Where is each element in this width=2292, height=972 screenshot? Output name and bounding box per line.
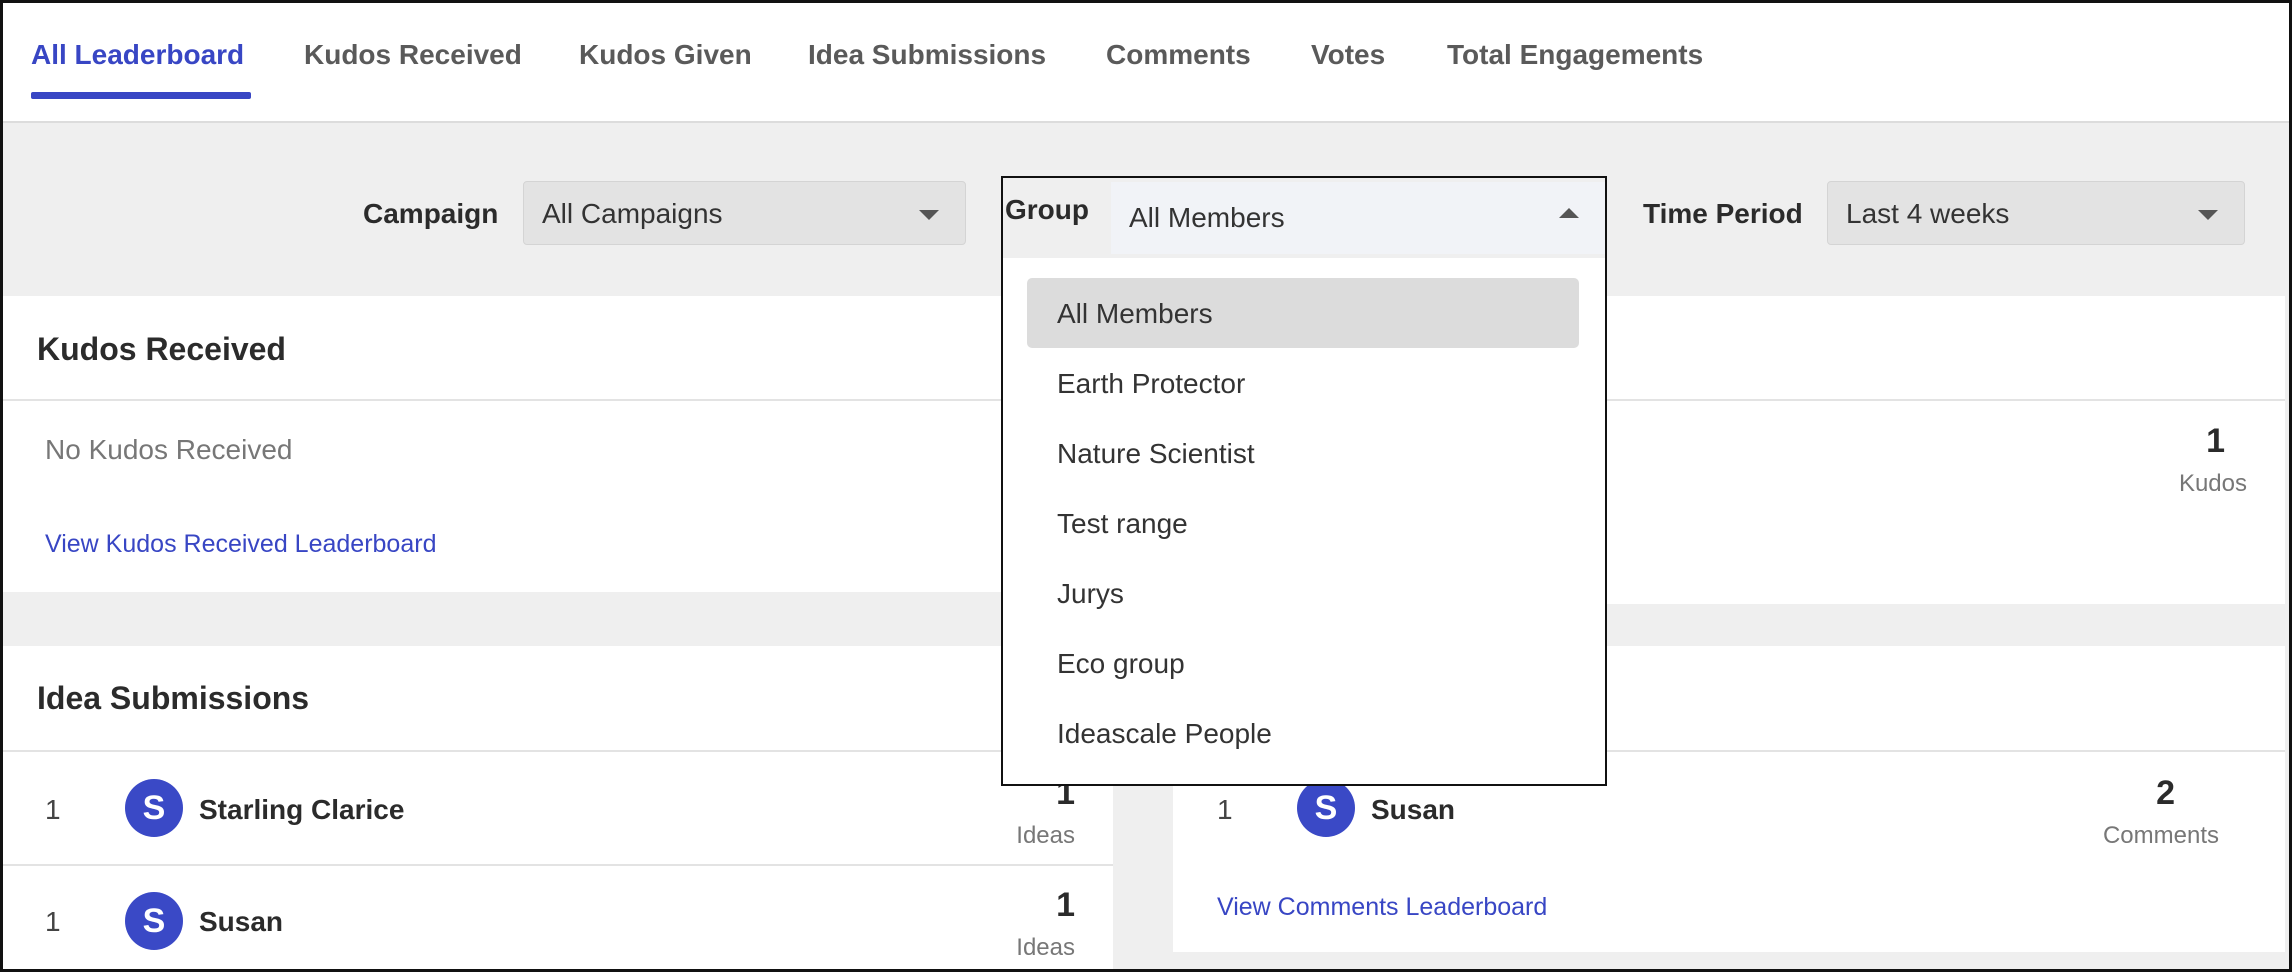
group-option-eco-group[interactable]: Eco group	[1027, 628, 1579, 698]
group-label: Group	[1005, 194, 1089, 225]
idea-unit: Ideas	[1016, 822, 1075, 849]
view-kudos-received-link[interactable]: View Kudos Received Leaderboard	[45, 530, 436, 559]
time-period-select[interactable]: Last 4 weeks	[1827, 181, 2245, 245]
tab-idea-submissions[interactable]: Idea Submissions	[808, 39, 1046, 71]
rank: 1	[1217, 794, 1233, 825]
option-label: Test range	[1057, 508, 1188, 539]
tab-kudos-given[interactable]: Kudos Given	[579, 39, 752, 71]
kudos-given-count: 1	[2206, 422, 2225, 460]
option-label: Jurys	[1057, 578, 1124, 609]
option-label: Eco group	[1057, 648, 1185, 679]
chevron-up-icon	[1559, 208, 1579, 218]
group-dropdown: Group All Members All Members Earth Prot…	[1001, 176, 1607, 786]
rank: 1	[45, 906, 61, 937]
time-period-label: Time Period	[1643, 198, 1803, 229]
avatar: S	[125, 892, 183, 950]
active-tab-indicator	[31, 92, 251, 99]
campaign-select-value: All Campaigns	[542, 198, 723, 229]
tab-all-leaderboard[interactable]: All Leaderboard	[31, 39, 244, 71]
chevron-down-icon	[919, 210, 939, 220]
tab-total-engagements[interactable]: Total Engagements	[1447, 39, 1703, 71]
option-label: Ideascale People	[1057, 718, 1272, 749]
kudos-received-empty: No Kudos Received	[45, 434, 293, 465]
user-name[interactable]: Susan	[1371, 794, 1455, 826]
idea-submissions-title: Idea Submissions	[37, 680, 310, 716]
view-comments-link[interactable]: View Comments Leaderboard	[1217, 893, 1547, 922]
campaign-select[interactable]: All Campaigns	[523, 181, 966, 245]
idea-submissions-card: Idea Submissions 1 S Starling Clarice 1 …	[3, 646, 1113, 969]
leaderboard-page: All Leaderboard Kudos Received Kudos Giv…	[0, 0, 2292, 972]
group-option-earth-protector[interactable]: Earth Protector	[1027, 348, 1579, 418]
avatar: S	[1297, 779, 1355, 837]
tab-votes[interactable]: Votes	[1311, 39, 1385, 71]
group-option-jurys[interactable]: Jurys	[1027, 558, 1579, 628]
group-select[interactable]: All Members	[1111, 182, 1605, 254]
row-divider	[3, 864, 1113, 866]
user-name[interactable]: Susan	[199, 906, 283, 938]
comment-unit: Comments	[2102, 822, 2219, 849]
tab-kudos-received[interactable]: Kudos Received	[304, 39, 522, 71]
card-divider	[3, 399, 1109, 401]
kudos-received-title: Kudos Received	[37, 331, 286, 367]
comment-count: 2	[2156, 774, 2175, 812]
card-divider	[3, 750, 1113, 752]
rank: 1	[45, 794, 61, 825]
group-option-all-members[interactable]: All Members	[1027, 278, 1579, 348]
group-option-ideascale-people[interactable]: Ideascale People	[1027, 698, 1579, 768]
idea-count: 1	[1056, 886, 1075, 924]
idea-unit: Ideas	[1016, 934, 1075, 961]
option-label: Nature Scientist	[1057, 438, 1255, 469]
group-dropdown-header: Group All Members	[1003, 178, 1605, 258]
kudos-received-card: Kudos Received No Kudos Received View Ku…	[3, 296, 1109, 592]
tab-comments[interactable]: Comments	[1106, 39, 1251, 71]
option-label: Earth Protector	[1057, 368, 1246, 399]
chevron-down-icon	[2198, 210, 2218, 220]
campaign-label: Campaign	[363, 198, 499, 229]
time-period-select-value: Last 4 weeks	[1846, 198, 2010, 229]
tab-bar: All Leaderboard Kudos Received Kudos Giv…	[3, 3, 2289, 123]
group-option-test-range[interactable]: Test range	[1027, 488, 1579, 558]
kudos-given-unit: Kudos	[2178, 470, 2247, 497]
option-label: All Members	[1057, 298, 1213, 329]
group-select-value: All Members	[1129, 202, 1285, 233]
avatar: S	[125, 779, 183, 837]
user-name[interactable]: Starling Clarice	[199, 794, 404, 826]
group-option-nature-scientist[interactable]: Nature Scientist	[1027, 418, 1579, 488]
